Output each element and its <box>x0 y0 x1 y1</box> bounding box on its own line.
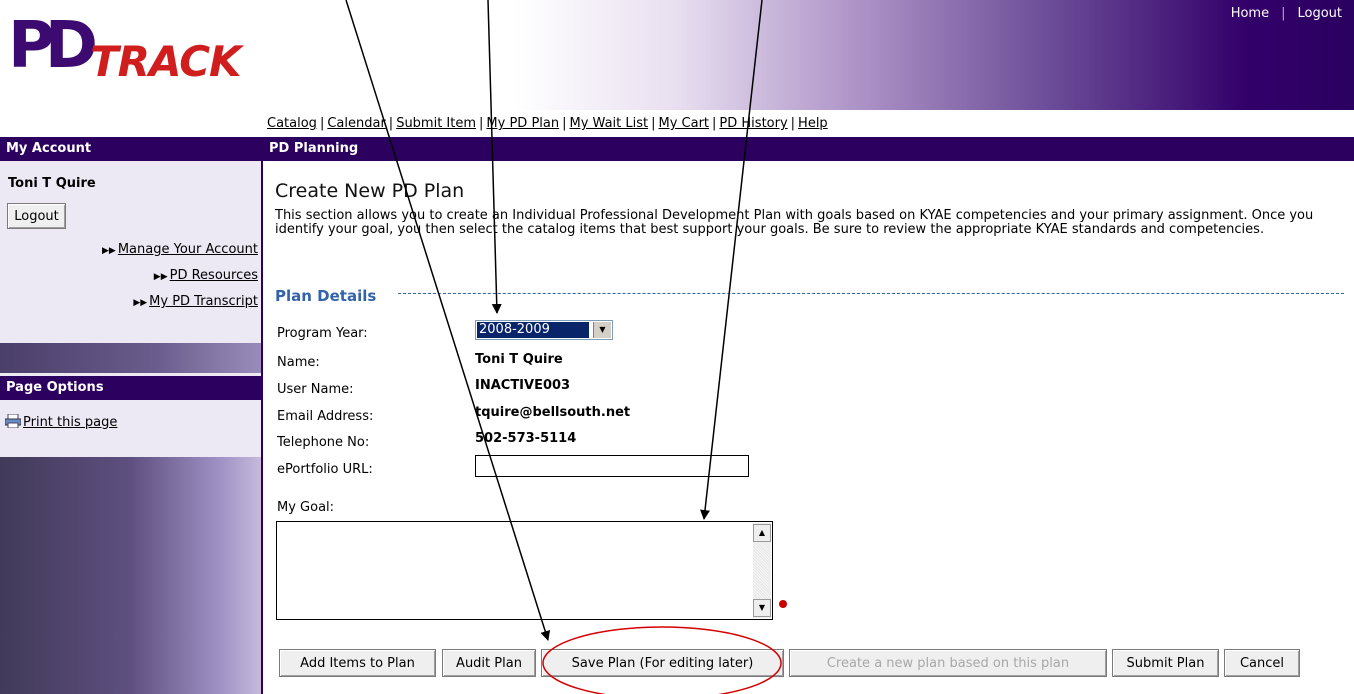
sidebar-link-pd-transcript[interactable]: ▶▶ My PD Transcript <box>133 294 258 309</box>
nav-catalog[interactable]: Catalog <box>267 116 317 131</box>
my-account-header: My Account <box>0 137 261 161</box>
nav-my-wait-list[interactable]: My Wait List <box>570 116 649 131</box>
main-nav: Catalog | Calendar | Submit Item | My PD Plan |… <box>267 116 828 131</box>
nav-help[interactable]: Help <box>798 116 828 131</box>
page-description: This section allows you to create an Ind… <box>275 208 1314 237</box>
telephone-value: 502-573-5114 <box>475 431 577 446</box>
goal-scrollbar[interactable]: ▲ ▼ <box>753 523 771 618</box>
sidebar-link-manage-account[interactable]: ▶▶ Manage Your Account <box>102 242 258 257</box>
email-value: tquire@bellsouth.net <box>475 405 631 420</box>
print-page-text[interactable]: Print this page <box>23 415 117 430</box>
program-year-label: Program Year: <box>277 326 368 341</box>
save-plan-button[interactable]: Save Plan (For editing later) <box>541 649 784 677</box>
pd-planning-header: PD Planning <box>263 137 1354 161</box>
name-value: Toni T Quire <box>475 352 563 367</box>
nav-submit-item[interactable]: Submit Item <box>396 116 476 131</box>
eportfolio-url-input[interactable] <box>475 455 749 477</box>
sidebar-link-pd-resources[interactable]: ▶▶ PD Resources <box>154 268 258 283</box>
top-links: Home | Logout <box>1231 6 1342 21</box>
top-logout-link[interactable]: Logout <box>1297 6 1342 21</box>
eportfolio-label: ePortfolio URL: <box>277 462 373 477</box>
username-label: User Name: <box>277 382 354 397</box>
pd-transcript-link[interactable]: My PD Transcript <box>149 294 258 309</box>
sidebar-logout-button[interactable]: Logout <box>7 203 66 229</box>
double-arrow-icon: ▶▶ <box>102 246 116 256</box>
print-page-link[interactable]: Print this page <box>5 414 117 430</box>
sidebar-user-name: Toni T Quire <box>8 176 96 191</box>
printer-icon <box>5 414 21 428</box>
cancel-button[interactable]: Cancel <box>1224 649 1300 677</box>
logo-pd-text: PD <box>8 9 98 83</box>
submit-plan-button[interactable]: Submit Plan <box>1112 649 1219 677</box>
double-arrow-icon: ▶▶ <box>133 298 148 308</box>
username-value: INACTIVE003 <box>475 378 571 393</box>
add-items-button[interactable]: Add Items to Plan <box>279 649 436 677</box>
divider: | <box>1281 6 1286 21</box>
header-banner: PD TRACK Home | Logout <box>0 0 1354 110</box>
my-goal-label: My Goal: <box>277 500 335 515</box>
required-indicator <box>779 600 787 608</box>
nav-my-pd-plan[interactable]: My PD Plan <box>486 116 559 131</box>
create-new-plan-button: Create a new plan based on this plan <box>789 649 1107 677</box>
double-arrow-icon: ▶▶ <box>153 272 168 282</box>
audit-plan-button[interactable]: Audit Plan <box>442 649 536 677</box>
plan-details-heading: Plan Details <box>275 287 377 305</box>
scroll-down-icon[interactable]: ▼ <box>753 599 771 617</box>
page-title: Create New PD Plan <box>275 180 465 202</box>
pd-resources-link[interactable]: PD Resources <box>170 268 258 283</box>
email-label: Email Address: <box>277 409 374 424</box>
telephone-label: Telephone No: <box>277 435 370 450</box>
home-link[interactable]: Home <box>1231 6 1269 21</box>
manage-account-link[interactable]: Manage Your Account <box>118 242 258 257</box>
logo-track-text: TRACK <box>90 37 242 86</box>
program-year-value: 2008-2009 <box>477 322 589 338</box>
scroll-up-icon[interactable]: ▲ <box>753 524 771 542</box>
chevron-down-icon[interactable]: ▼ <box>593 322 611 338</box>
program-year-select[interactable]: 2008-2009 ▼ <box>475 320 613 340</box>
sidebar-divider <box>261 137 263 694</box>
page-options-header: Page Options <box>0 376 261 400</box>
my-goal-textarea[interactable]: ▲ ▼ <box>276 521 773 620</box>
nav-pd-history[interactable]: PD History <box>719 116 787 131</box>
nav-calendar[interactable]: Calendar <box>327 116 385 131</box>
divider <box>398 293 1344 294</box>
name-label: Name: <box>277 355 320 370</box>
nav-my-cart[interactable]: My Cart <box>659 116 710 131</box>
pdtrack-logo[interactable]: PD TRACK <box>8 14 278 84</box>
